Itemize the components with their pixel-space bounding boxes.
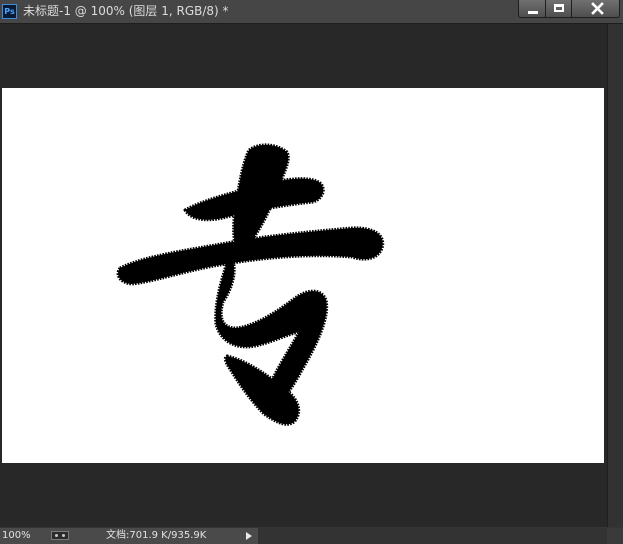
maximize-icon [554, 4, 564, 12]
status-bar: 100% 文档:701.9 K/935.9K [0, 527, 623, 544]
minimize-button[interactable] [518, 0, 546, 18]
status-info-icon[interactable] [51, 531, 69, 540]
status-menu-arrow-icon[interactable] [246, 532, 252, 540]
close-button[interactable] [571, 0, 620, 18]
maximize-button[interactable] [545, 0, 572, 18]
vertical-scrollbar[interactable] [607, 24, 623, 527]
photoshop-icon: Ps [2, 4, 17, 19]
minimize-icon [528, 11, 538, 14]
calligraphy-character [116, 143, 385, 426]
document-size-info: 文档:701.9 K/935.9K [106, 530, 207, 541]
zoom-level[interactable]: 100% [2, 530, 42, 542]
document-title: 未标题-1 @ 100% (图层 1, RGB/8) * [23, 4, 229, 18]
document-workspace[interactable] [0, 24, 607, 527]
close-icon [591, 2, 604, 15]
title-bar[interactable]: Ps 未标题-1 @ 100% (图层 1, RGB/8) * [0, 0, 623, 24]
resize-corner[interactable] [607, 528, 623, 544]
document-canvas[interactable] [2, 88, 604, 463]
horizontal-scrollbar[interactable] [258, 528, 607, 544]
